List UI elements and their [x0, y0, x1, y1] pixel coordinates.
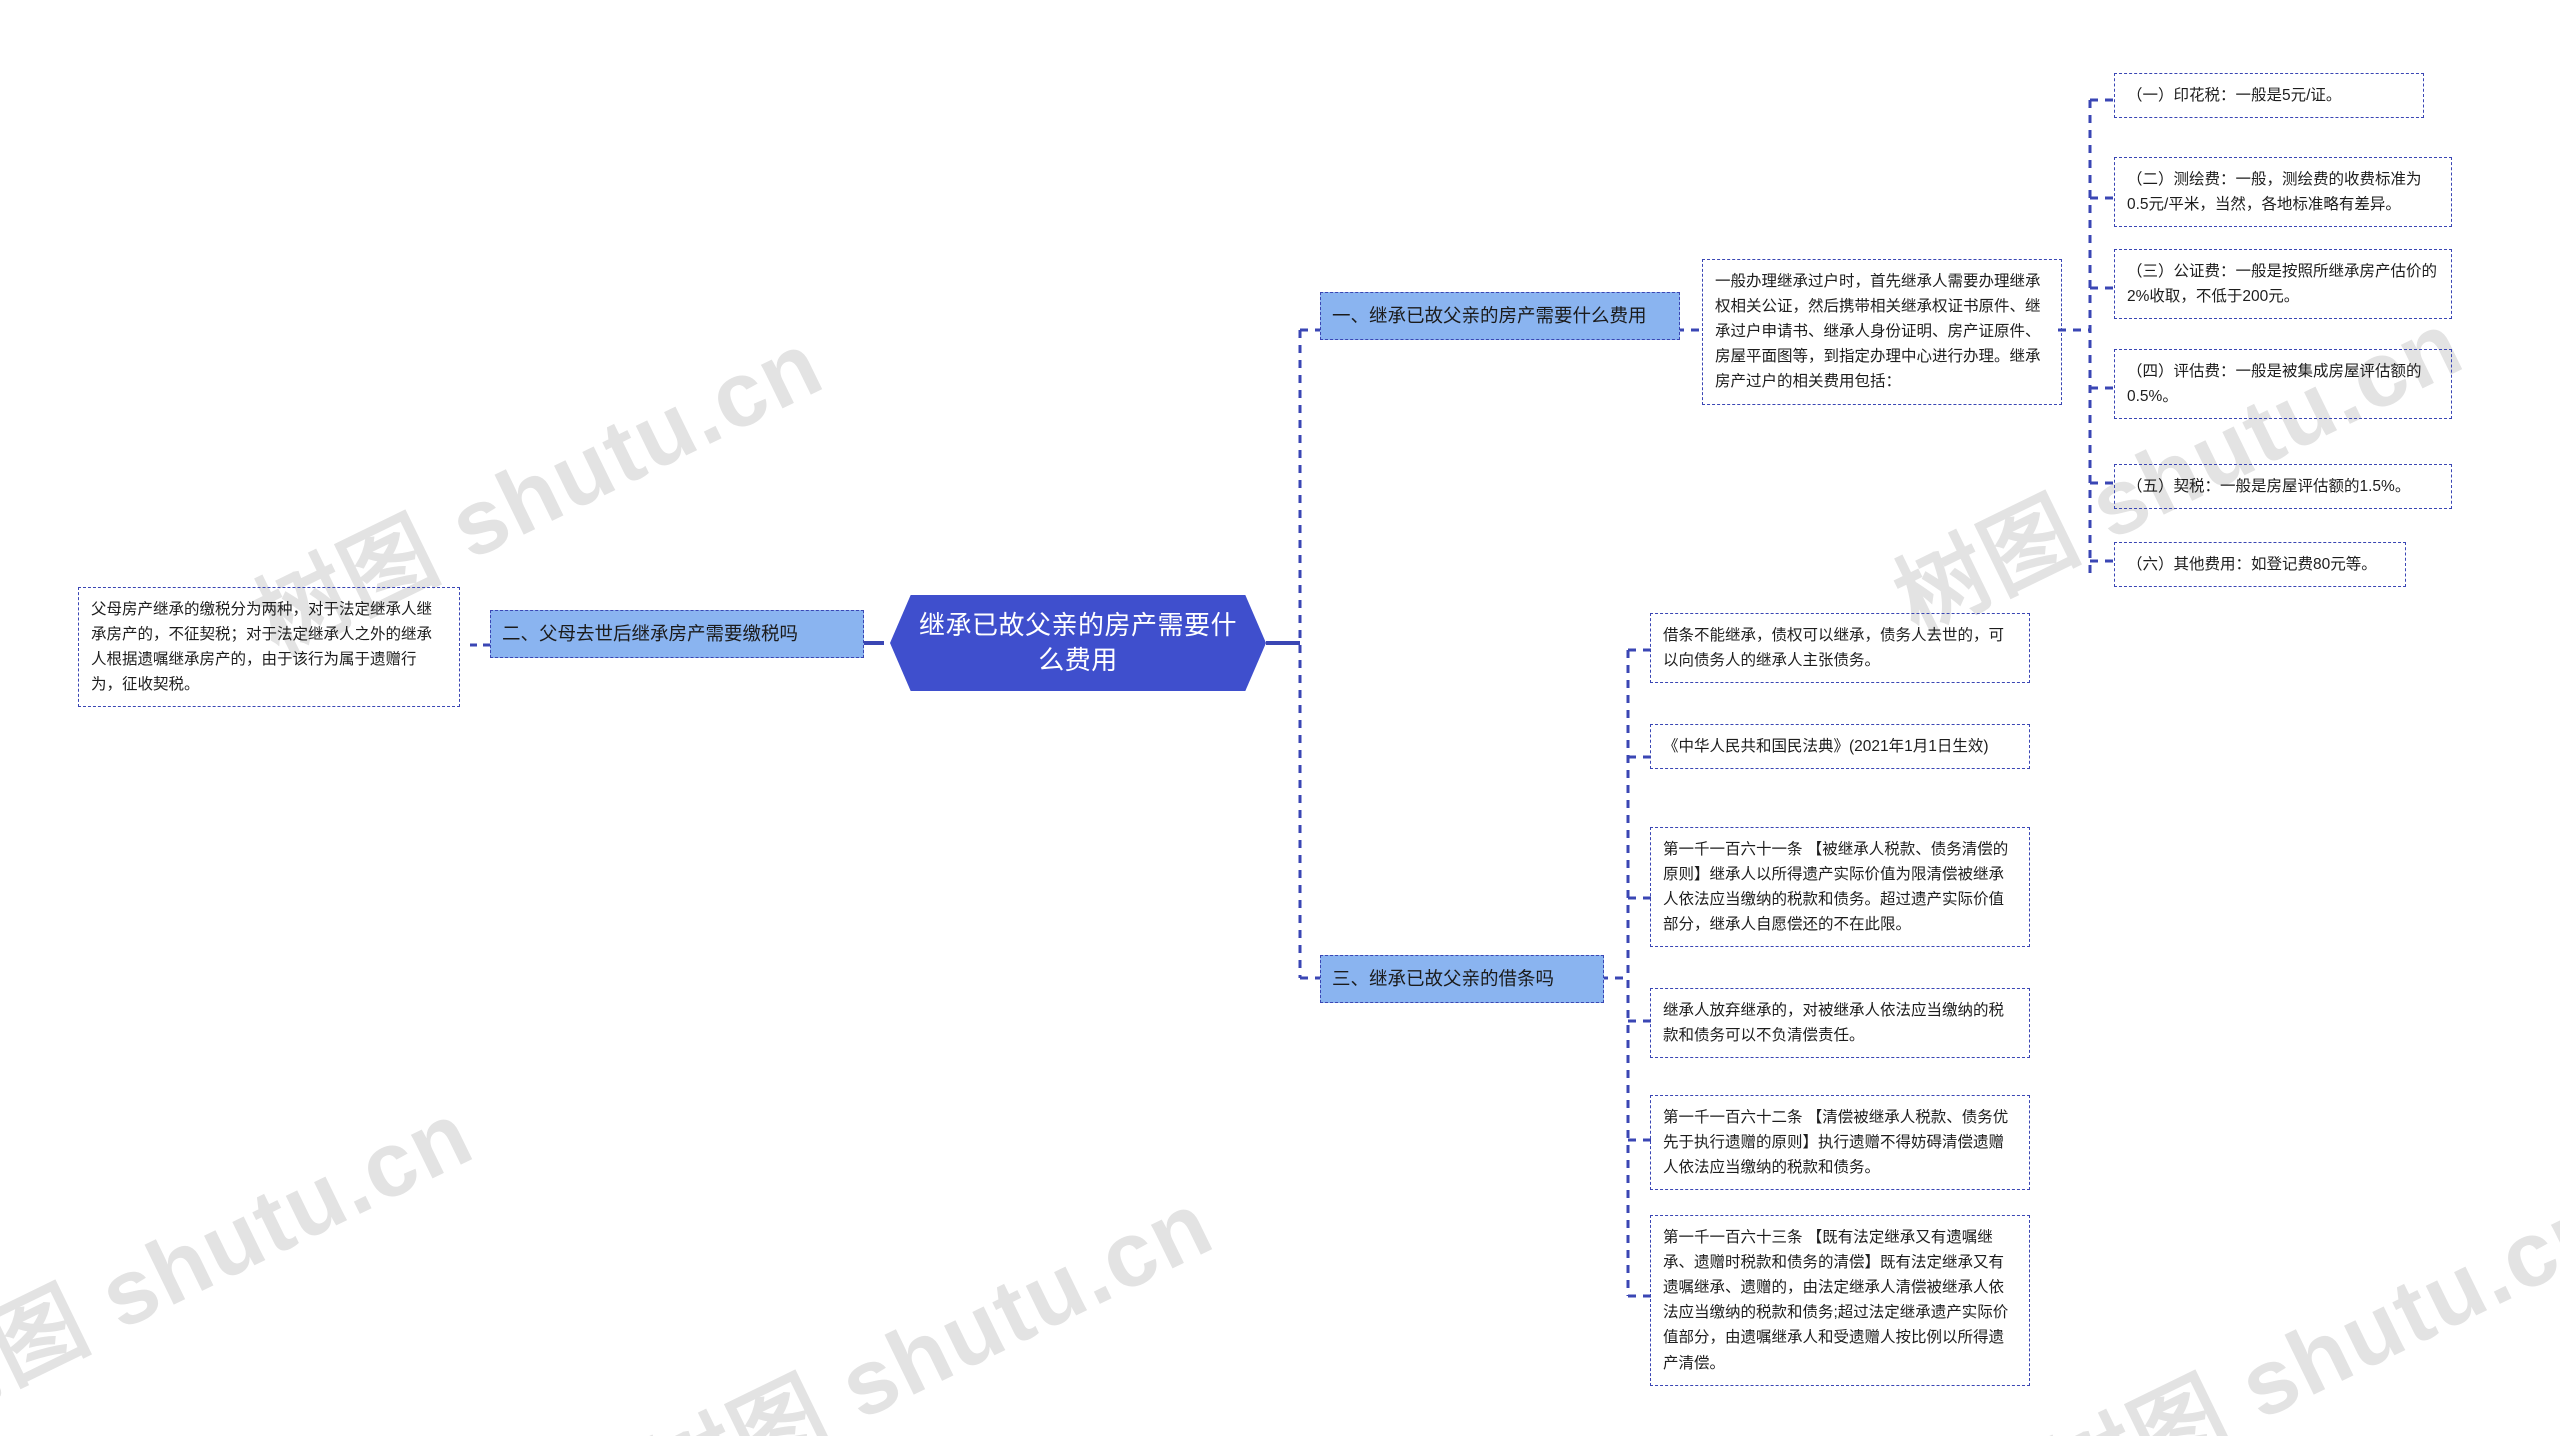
branch-node-three[interactable]: 三、继承已故父亲的借条吗	[1320, 955, 1604, 1003]
branch-node-one[interactable]: 一、继承已故父亲的房产需要什么费用	[1320, 292, 1680, 340]
watermark: 树图 shutu.cn	[630, 1172, 1228, 1436]
branch-three-item-civil-code-reference[interactable]: 《中华人民共和国民法典》(2021年1月1日生效)	[1650, 724, 2030, 770]
watermark: 树图 shutu.cn	[2031, 1172, 2560, 1436]
watermark: 树图 shutu.cn	[0, 1082, 488, 1436]
branch-three-item-article-1161[interactable]: 第一千一百六十一条 【被继承人税款、债务清偿的原则】继承人以所得遗产实际价值为限…	[1650, 827, 2030, 948]
root-node[interactable]: 继承已故父亲的房产需要什么费用	[890, 595, 1266, 691]
branch-three-item-article-1162[interactable]: 第一千一百六十二条 【清偿被继承人税款、债务优先于执行遗赠的原则】执行遗赠不得妨…	[1650, 1095, 2030, 1191]
fee-item-notary[interactable]: （三）公证费：一般是按照所继承房产估价的2%收取，不低于200元。	[2114, 249, 2452, 320]
mindmap-canvas: 树图 shutu.cn 树图 shutu.cn 树图 shutu.cn 树图 s…	[0, 0, 2560, 1436]
branch-one-intro[interactable]: 一般办理继承过户时，首先继承人需要办理继承权相关公证，然后携带相关继承权证书原件…	[1702, 259, 2062, 405]
fee-item-appraisal[interactable]: （四）评估费：一般是被集成房屋评估额的0.5%。	[2114, 349, 2452, 420]
branch-three-item-inheritance-of-iou[interactable]: 借条不能继承，债权可以继承，债务人去世的，可以向债务人的继承人主张债务。	[1650, 613, 2030, 684]
branch-two-detail[interactable]: 父母房产继承的缴税分为两种，对于法定继承人继承房产的，不征契税；对于法定继承人之…	[78, 587, 460, 708]
branch-node-two[interactable]: 二、父母去世后继承房产需要缴税吗	[490, 610, 864, 658]
fee-item-other[interactable]: （六）其他费用：如登记费80元等。	[2114, 542, 2406, 588]
fee-item-deed-tax[interactable]: （五）契税：一般是房屋评估额的1.5%。	[2114, 464, 2452, 510]
branch-three-item-renounce-inheritance[interactable]: 继承人放弃继承的，对被继承人依法应当缴纳的税款和债务可以不负清偿责任。	[1650, 988, 2030, 1059]
branch-three-item-article-1163[interactable]: 第一千一百六十三条 【既有法定继承又有遗嘱继承、遗赠时税款和债务的清偿】既有法定…	[1650, 1215, 2030, 1386]
fee-item-surveying[interactable]: （二）测绘费：一般，测绘费的收费标准为0.5元/平米，当然，各地标准略有差异。	[2114, 157, 2452, 228]
fee-item-stamp-duty[interactable]: （一）印花税：一般是5元/证。	[2114, 73, 2424, 119]
